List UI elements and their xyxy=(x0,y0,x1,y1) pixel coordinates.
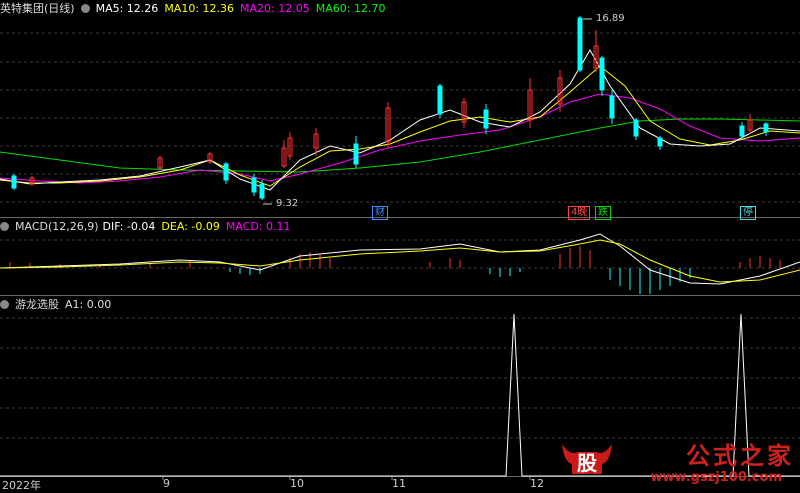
event-tag-notice[interactable]: 4晚 xyxy=(568,206,591,220)
indicator-header: 游龙选股 A1: 0.00 xyxy=(0,297,117,312)
ma5-value: MA5: 12.26 xyxy=(95,2,159,15)
grid-lines xyxy=(0,32,800,439)
indicator-settings-icon[interactable] xyxy=(0,300,9,309)
chart-canvas xyxy=(0,16,800,480)
watermark-url: www.gszj100.com xyxy=(650,470,782,485)
signal-line xyxy=(0,313,800,477)
macd-dea: DEA: -0.09 xyxy=(161,220,220,233)
indicator-a1: A1: 0.00 xyxy=(65,298,112,311)
x-label-year: 2022年 xyxy=(2,479,41,492)
macd-title[interactable]: MACD(12,26,9) xyxy=(15,220,99,233)
candlesticks xyxy=(11,16,769,200)
ma10-value: MA10: 12.36 xyxy=(164,2,235,15)
watermark-logo-icon: 股 xyxy=(562,444,612,475)
event-tag-earnings[interactable]: 财 xyxy=(372,206,388,220)
watermark-name: 公式之家 xyxy=(686,442,794,470)
high-price-label: 16.89 xyxy=(596,13,625,24)
x-label-dec: 12 xyxy=(530,477,544,490)
ma20-value: MA20: 12.05 xyxy=(240,2,310,15)
event-tag-halt[interactable]: 停 xyxy=(740,206,756,220)
settings-icon[interactable] xyxy=(80,4,90,13)
macd-value: MACD: 0.11 xyxy=(225,220,291,233)
stock-name[interactable]: 英特集团(日线) xyxy=(0,2,75,15)
macd-header: MACD(12,26,9) DIF: -0.04 DEA: -0.09 MACD: 0… xyxy=(0,219,297,234)
indicator-title[interactable]: 游龙选股 xyxy=(15,298,59,311)
macd-settings-icon[interactable] xyxy=(0,222,9,231)
ma60-value: MA60: 12.70 xyxy=(315,2,386,15)
watermark-logo-text: 股 xyxy=(577,451,597,475)
x-label-sep: 9 xyxy=(163,477,170,490)
x-label-oct: 10 xyxy=(290,477,304,490)
event-tag-drop[interactable]: 跌 xyxy=(595,206,611,220)
macd-histogram xyxy=(9,246,781,294)
macd-dif: DIF: -0.04 xyxy=(102,220,156,233)
price-header: 英特集团(日线) MA5: 12.26 MA10: 12.36 MA20: 12.05… xyxy=(0,1,391,16)
x-label-nov: 11 xyxy=(392,477,406,490)
low-price-label: 9.32 xyxy=(276,198,299,209)
candle-up xyxy=(29,30,753,186)
